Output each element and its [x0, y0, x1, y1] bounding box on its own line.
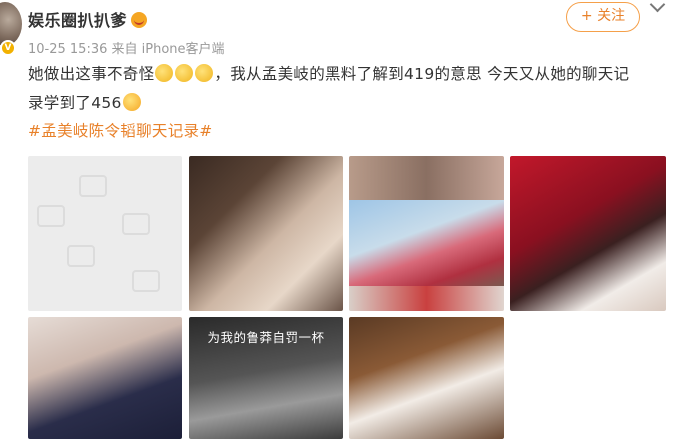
timestamp: 10-25 15:36 — [28, 42, 108, 57]
photo-grid: 为我的鲁莽自罚一杯 — [28, 156, 668, 439]
post-meta: 10-25 15:36 来自 iPhone客户端 — [28, 38, 225, 57]
post-source: 来自 iPhone客户端 — [111, 42, 225, 57]
photo-portrait-woman[interactable] — [189, 156, 343, 311]
doge-emoji-icon — [155, 64, 174, 82]
post-text-part1: 她做出这事不奇怪 — [28, 65, 155, 83]
collage-panel-middle — [349, 200, 504, 286]
verified-badge-icon: V — [0, 40, 16, 56]
doge-emoji-icon — [195, 64, 214, 82]
username[interactable]: 娱乐圈扒扒爹 — [28, 11, 127, 30]
post-text: 她做出这事不奇怪 ，我从孟美岐的黑料了解到419的意思 今天又从她的聊天记 录学到… — [28, 60, 668, 118]
avatar[interactable] — [0, 2, 22, 46]
photo-red-background-portrait[interactable] — [510, 156, 666, 311]
photo-placeholder[interactable] — [28, 156, 182, 311]
laughing-emoji-icon — [122, 93, 141, 111]
photo-collage-red-hair[interactable] — [349, 156, 504, 311]
post-text-part2: ，我从孟美岐的黑料了解到419的意思 今天又从她的聊天记 — [214, 65, 630, 83]
collage-panel-top — [349, 156, 504, 200]
photo-dark-velvet[interactable] — [28, 317, 182, 439]
photo-bw-drinking[interactable]: 为我的鲁莽自罚一杯 — [189, 317, 343, 439]
photo-restaurant-selfie[interactable] — [349, 317, 504, 439]
post-text-part3: 录学到了456 — [28, 94, 122, 112]
photo-caption: 为我的鲁莽自罚一杯 — [207, 330, 325, 345]
weibo-post: V 娱乐圈扒扒爹 10-25 15:36 来自 iPhone客户端 + 关注 她… — [0, 0, 690, 439]
follow-button[interactable]: + 关注 — [566, 2, 640, 32]
doge-emoji-icon — [175, 64, 194, 82]
crown-emoji-icon — [131, 12, 148, 28]
collage-panel-bottom — [349, 286, 504, 311]
image-placeholder-icon — [37, 175, 160, 292]
hashtag-link[interactable]: #孟美岐陈令韬聊天记录# — [28, 119, 213, 141]
chevron-down-icon[interactable] — [650, 0, 666, 12]
username-row[interactable]: 娱乐圈扒扒爹 — [28, 7, 148, 31]
